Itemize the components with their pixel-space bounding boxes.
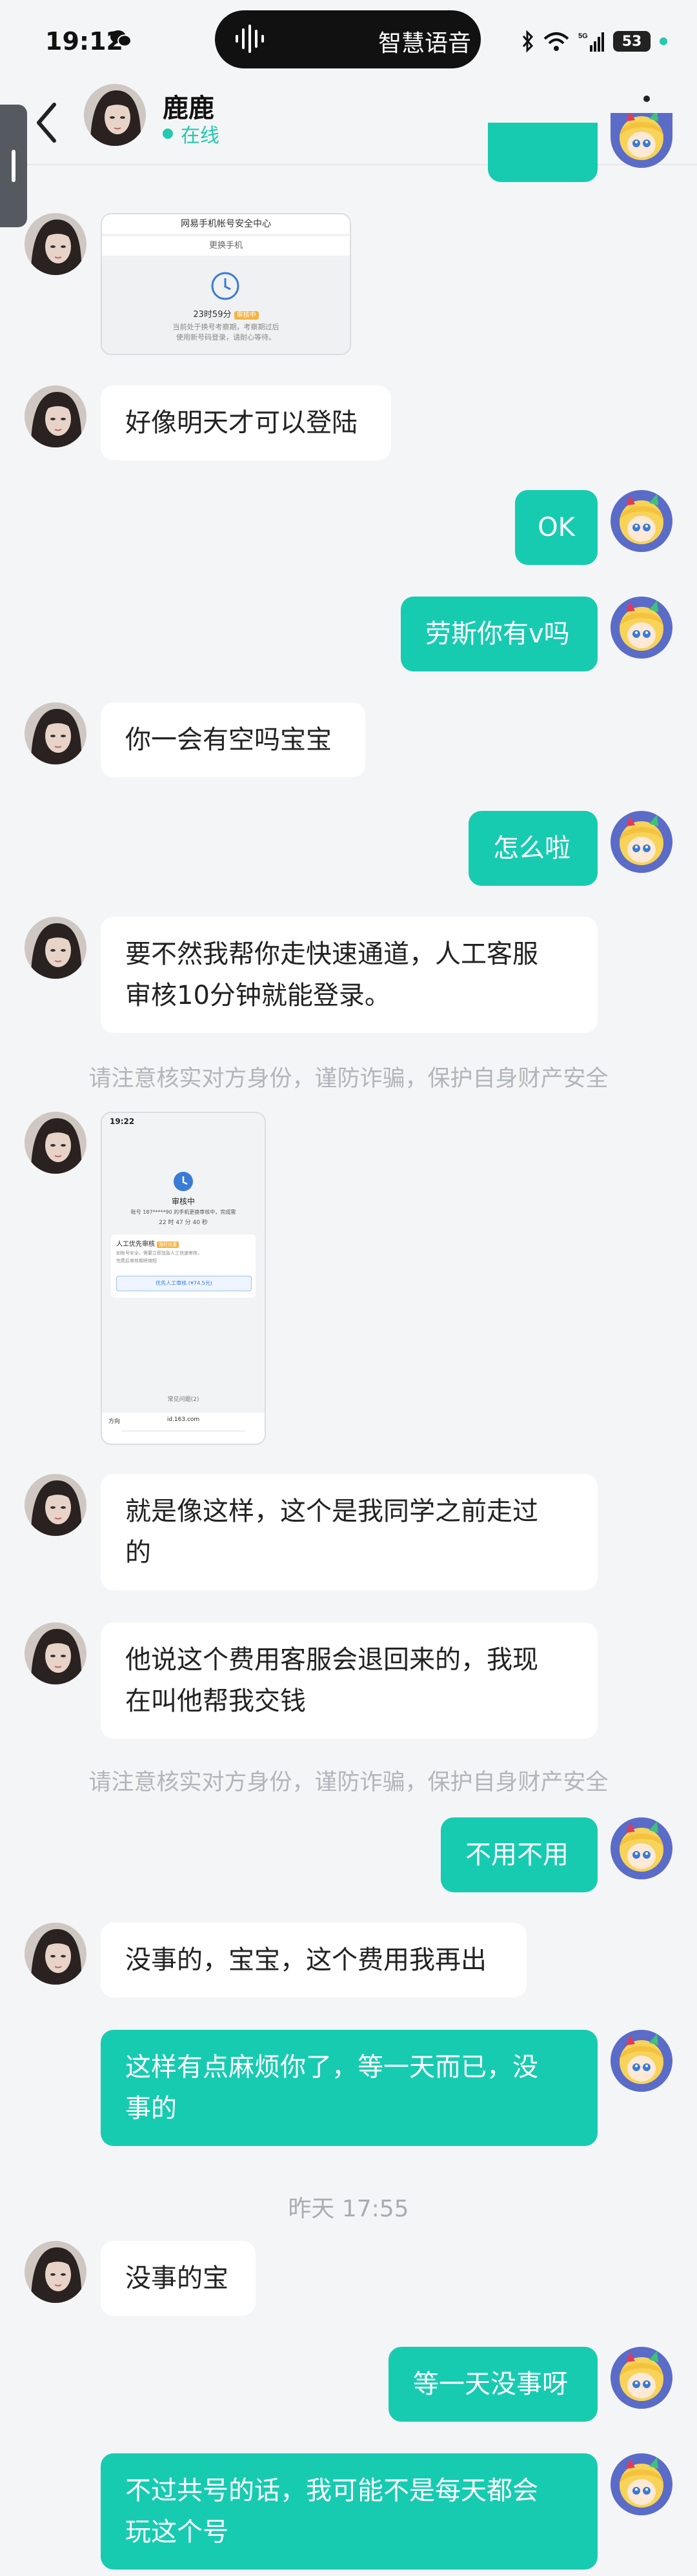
message-outgoing: 这样有点麻烦你了，等一天而已，没 事的	[101, 2030, 598, 2146]
floating-edge-handle[interactable]	[0, 105, 27, 227]
message-outgoing: OK	[515, 490, 598, 565]
img1-title: 网易手机帐号安全中心	[102, 214, 350, 234]
img2-countdown: 22 时 47 分 40 秒	[159, 1220, 208, 1226]
bluetooth-icon	[522, 30, 534, 52]
contact-avatar-msg[interactable]	[25, 1474, 86, 1536]
img2-browser-toolbar	[121, 1431, 245, 1436]
img1-text1: 当前处于换号考察期，考察期过后	[172, 323, 279, 331]
contact-avatar-msg[interactable]	[25, 1923, 86, 1985]
img2-card-text1: 如账号安全、需要立即加急人工快速审核，	[116, 1251, 202, 1256]
message-line: 玩这个号	[125, 2517, 228, 2547]
contact-avatar-msg[interactable]	[25, 385, 86, 447]
message-line: 他说这个费用客服会退回来的，我现	[125, 1645, 538, 1675]
battery-icon: 53	[613, 31, 651, 52]
img1-text2: 使用新号码登录，请耐心等待。	[176, 333, 276, 342]
timestamp-divider: 昨天 17:55	[288, 2196, 409, 2222]
user-avatar[interactable]	[611, 811, 672, 873]
message-line: 在叫他帮我交钱	[125, 1686, 306, 1716]
img2-card-text2: 完费后审核期将缩短	[116, 1258, 157, 1263]
online-dot	[163, 128, 173, 139]
img2-card: 人工优先审核 限时优惠 如账号安全、需要立即加急人工快速审核， 完费后审核期将缩…	[111, 1234, 256, 1298]
img1-badge: 审核中	[234, 311, 259, 320]
pill-label: 智慧语音	[378, 30, 472, 57]
img2-card-title: 人工优先审核	[116, 1241, 155, 1248]
svg-text:5G: 5G	[578, 32, 588, 40]
signal-icon: 5G	[578, 32, 604, 52]
img1-timer: 23时59分	[193, 310, 232, 320]
voice-wave-icon	[234, 25, 267, 59]
wifi-icon	[543, 32, 569, 51]
message-incoming: 没事的，宝宝，这个费用我再出	[101, 1923, 527, 1998]
message-line: 不过共号的话，我可能不是每天都会	[125, 2476, 538, 2506]
user-avatar[interactable]	[611, 597, 672, 659]
img2-card-button: 优先人工审核 (¥74.5元)	[116, 1276, 252, 1291]
user-avatar[interactable]	[611, 1817, 672, 1879]
image-message-review-screenshot[interactable]: 19:22 审核中 账号 187*****90 的手机更换审核中，完成需 22 …	[101, 1112, 266, 1445]
img2-browser-bar: 方向 id.163.com	[102, 1413, 265, 1444]
img2-note: 账号 187*****90 的手机更换审核中，完成需	[130, 1209, 236, 1215]
contact-avatar-msg[interactable]	[25, 1112, 86, 1174]
message-incoming: 就是像这样，这个是我同学之前走过 的	[101, 1474, 598, 1590]
wechat-icon	[110, 30, 132, 47]
message-outgoing: 怎么啦	[469, 811, 598, 886]
user-avatar[interactable]	[611, 2453, 672, 2515]
message-incoming: 没事的宝	[101, 2241, 256, 2316]
img2-card-badge: 限时优惠	[157, 1242, 179, 1248]
message-incoming: 你一会有空吗宝宝	[101, 702, 365, 777]
message-bubble-cutoff	[488, 123, 598, 182]
message-incoming: 要不然我帮你走快速通道，人工客服 审核10分钟就能登录。	[101, 917, 598, 1033]
message-line: 的	[125, 1538, 151, 1568]
img2-url: id.163.com	[167, 1416, 200, 1423]
contact-avatar-msg[interactable]	[25, 917, 86, 979]
contact-avatar[interactable]	[84, 84, 146, 146]
message-outgoing: 不过共号的话，我可能不是每天都会 玩这个号	[101, 2453, 598, 2570]
contact-avatar-msg[interactable]	[25, 1622, 86, 1684]
user-avatar[interactable]	[611, 2030, 672, 2092]
message-line: 要不然我帮你走快速通道，人工客服	[125, 939, 538, 969]
image-message-security-center[interactable]: 网易手机帐号安全中心 更换手机 23时59分 审核中 当前处于换号考察期，考察期…	[101, 213, 351, 355]
clock-icon	[211, 272, 239, 300]
message-outgoing: 等一天没事呀	[389, 2347, 598, 2422]
status-bar: 19:12 智慧语音 5G 53	[0, 0, 697, 84]
message-line: 这样有点麻烦你了，等一天而已，没	[125, 2052, 538, 2082]
contact-avatar-msg[interactable]	[25, 2241, 86, 2303]
security-notice: 请注意核实对方身份，谨防诈骗，保护自身财产安全	[88, 1066, 609, 1092]
message-incoming: 他说这个费用客服会退回来的，我现 在叫他帮我交钱	[101, 1622, 598, 1739]
security-notice: 请注意核实对方身份，谨防诈骗，保护自身财产安全	[88, 1770, 609, 1795]
user-avatar[interactable]	[611, 490, 672, 552]
online-status-text: 在线	[181, 125, 219, 147]
voice-assistant-pill[interactable]: 智慧语音	[215, 10, 481, 68]
message-line: 事的	[125, 2094, 177, 2123]
user-avatar[interactable]	[611, 2347, 672, 2409]
clock-icon	[174, 1172, 193, 1191]
img2-state: 审核中	[171, 1197, 195, 1206]
message-incoming: 好像明天才可以登陆	[101, 385, 391, 460]
online-status: 在线	[163, 119, 219, 148]
contact-avatar-msg[interactable]	[25, 702, 86, 764]
message-outgoing: 劳斯你有v吗	[401, 597, 598, 671]
indicator-dot	[660, 37, 667, 45]
img1-subtitle: 更换手机	[102, 236, 350, 256]
contact-avatar-msg[interactable]	[25, 213, 86, 275]
img2-time: 19:22	[110, 1117, 135, 1126]
message-line: 审核10分钟就能登录。	[125, 981, 390, 1010]
img2-footer-link: 常见问题(2)	[167, 1396, 199, 1403]
message-line: 就是像这样，这个是我同学之前走过	[125, 1497, 538, 1526]
back-arrow-icon[interactable]	[32, 99, 61, 146]
status-icons: 5G 53	[521, 28, 667, 54]
message-outgoing: 不用不用	[441, 1817, 598, 1892]
